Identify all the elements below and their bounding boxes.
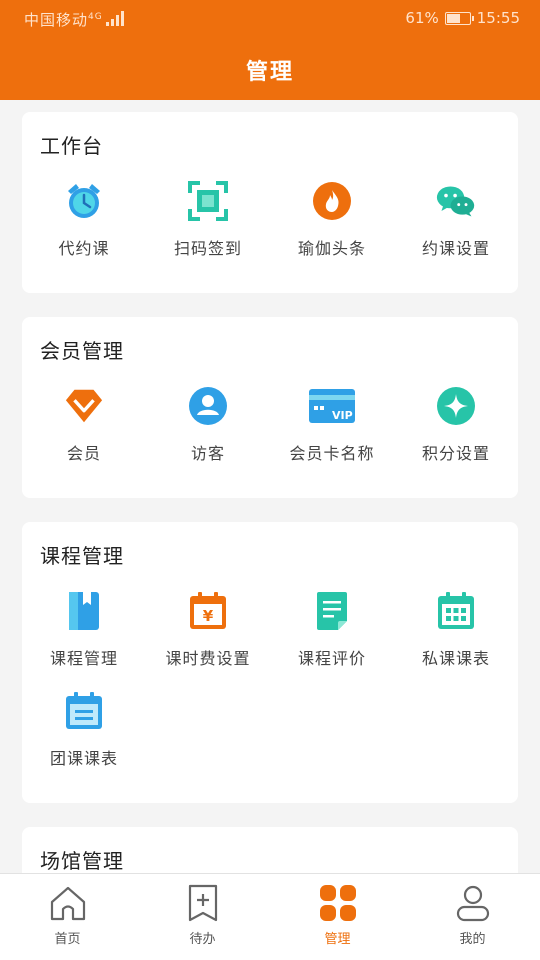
item-label: 扫码签到 [173, 239, 242, 258]
network-type: 4G [88, 12, 103, 22]
battery-percent: 61% [405, 9, 439, 27]
diamond-icon [64, 386, 104, 426]
group-class-schedule-button[interactable]: 团课课表 [22, 691, 146, 791]
item-label: 会员卡名称 [289, 444, 375, 463]
todo-icon [188, 884, 217, 922]
tab-profile[interactable]: 我的 [405, 874, 540, 960]
tab-home[interactable]: 首页 [0, 874, 135, 960]
carrier-name: 中国移动4G [24, 11, 103, 29]
private-class-schedule-button[interactable]: 私课课表 [394, 591, 518, 691]
tab-label: 我的 [459, 932, 486, 947]
item-label: 访客 [190, 444, 225, 463]
item-label: 课程管理 [49, 649, 118, 668]
item-label: 约课设置 [421, 239, 490, 258]
tab-label: 管理 [324, 932, 351, 947]
profile-icon [456, 885, 489, 922]
vip-card-icon: VIP [308, 386, 356, 426]
item-label: 课时费设置 [165, 649, 251, 668]
visitor-button[interactable]: 访客 [146, 386, 270, 486]
scan-icon [188, 181, 228, 221]
tab-label: 待办 [189, 932, 216, 947]
points-settings-button[interactable]: 积分设置 [394, 386, 518, 486]
alarm-clock-icon [64, 181, 104, 221]
battery-icon [444, 11, 474, 25]
section-title: 课程管理 [40, 544, 124, 568]
svg-text:¥: ¥ [203, 607, 214, 625]
tab-todo[interactable]: 待办 [135, 874, 270, 960]
member-button[interactable]: 会员 [22, 386, 146, 486]
status-bar: 中国移动4G 61% 15:55 [0, 0, 540, 36]
scan-checkin-button[interactable]: 扫码签到 [146, 181, 270, 281]
review-doc-icon [312, 591, 352, 631]
course-review-button[interactable]: 课程评价 [270, 591, 394, 691]
class-fee-settings-button[interactable]: ¥ 课时费设置 [146, 591, 270, 691]
svg-text:VIP: VIP [332, 409, 353, 422]
wechat-icon [436, 181, 476, 221]
section-workbench: 工作台 代约课 扫码签到 瑜伽头条 约课设置 [22, 112, 518, 293]
user-icon [188, 386, 228, 426]
item-label: 瑜伽头条 [297, 239, 366, 258]
yoga-headlines-button[interactable]: 瑜伽头条 [270, 181, 394, 281]
item-label: 课程评价 [297, 649, 366, 668]
book-icon [64, 591, 104, 631]
tab-manage[interactable]: 管理 [270, 874, 405, 960]
membership-card-name-button[interactable]: VIP 会员卡名称 [270, 386, 394, 486]
group-schedule-icon [64, 691, 104, 731]
booking-settings-button[interactable]: 约课设置 [394, 181, 518, 281]
proxy-booking-button[interactable]: 代约课 [22, 181, 146, 281]
item-label: 代约课 [58, 239, 110, 258]
course-management-button[interactable]: 课程管理 [22, 591, 146, 691]
manage-grid-icon [319, 885, 356, 921]
section-title: 场馆管理 [40, 849, 124, 873]
item-label: 积分设置 [421, 444, 490, 463]
section-title: 工作台 [40, 134, 103, 158]
tab-label: 首页 [54, 932, 81, 947]
private-schedule-icon [436, 591, 476, 631]
item-label: 团课课表 [49, 749, 118, 768]
fee-calendar-icon: ¥ [188, 591, 228, 631]
section-title: 会员管理 [40, 339, 124, 363]
item-label: 私课课表 [421, 649, 490, 668]
clock: 15:55 [476, 9, 520, 27]
signal-icon [106, 10, 124, 26]
app-header: 中国移动4G 61% 15:55 管理 [0, 0, 540, 100]
item-label: 会员 [66, 444, 101, 463]
section-member-management: 会员管理 会员 访客 VIP 会员卡名称 积分设置 [22, 317, 518, 498]
flame-icon [312, 181, 352, 221]
bottom-tab-bar: 首页 待办 管理 我的 [0, 873, 540, 960]
home-icon [50, 886, 85, 921]
star-points-icon [436, 386, 476, 426]
section-course-management: 课程管理 课程管理 ¥ 课时费设置 课程评价 私课课表 团课课表 [22, 522, 518, 803]
page-title: 管理 [245, 60, 294, 85]
main-content[interactable]: 工作台 代约课 扫码签到 瑜伽头条 约课设置 会员管理 会员 访客 VIP 会员… [22, 112, 518, 947]
